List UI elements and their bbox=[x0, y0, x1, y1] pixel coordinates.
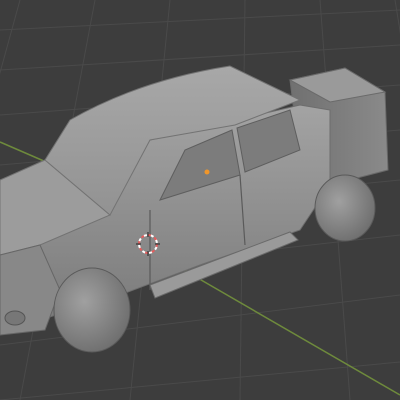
front-wheel bbox=[53, 267, 131, 353]
y-axis-line bbox=[169, 261, 400, 396]
viewport-canvas[interactable] bbox=[0, 0, 400, 400]
object-origin-marker[interactable] bbox=[204, 169, 210, 175]
pickup-truck-mesh[interactable] bbox=[0, 65, 389, 353]
fog-light bbox=[4, 310, 26, 326]
3d-viewport[interactable] bbox=[0, 0, 400, 400]
rear-wheel bbox=[314, 174, 376, 242]
